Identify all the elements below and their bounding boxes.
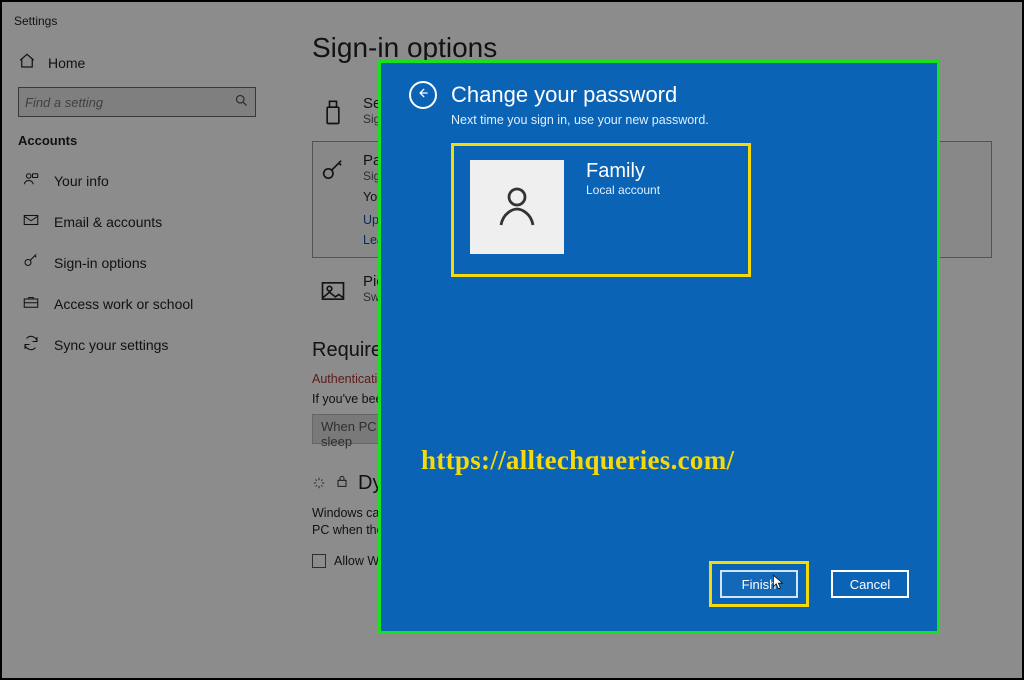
dialog-title: Change your password [451,82,677,108]
briefcase-icon [22,293,40,314]
dialog-subtitle: Next time you sign in, use your new pass… [451,113,909,127]
key-icon [319,154,347,182]
sidebar-item-label: Sync your settings [54,337,168,353]
sidebar-item-signin[interactable]: Sign-in options [18,242,274,283]
key-icon [22,252,40,273]
sparkle-icon [312,476,326,490]
mail-icon [22,211,40,232]
sidebar-item-work[interactable]: Access work or school [18,283,274,324]
search-field[interactable] [25,95,215,110]
change-password-dialog: Change your password Next time you sign … [378,60,940,634]
search-input[interactable] [18,87,256,117]
window-title: Settings [14,14,274,28]
person-icon [22,170,40,191]
search-icon [234,93,249,111]
cancel-label: Cancel [850,577,890,592]
sidebar-item-sync[interactable]: Sync your settings [18,324,274,365]
sidebar-item-label: Sign-in options [54,255,147,271]
sidebar-item-email[interactable]: Email & accounts [18,201,274,242]
finish-label: Finish [742,577,777,592]
nav-home[interactable]: Home [18,46,274,87]
checkbox-icon[interactable] [312,554,326,568]
lock-icon [334,473,350,494]
back-button[interactable] [409,81,437,109]
home-icon [18,52,36,73]
sidebar-item-label: Email & accounts [54,214,162,230]
sync-icon [22,334,40,355]
nav-home-label: Home [48,55,85,71]
avatar [470,160,564,254]
finish-button[interactable]: Finish [720,570,798,598]
user-card: Family Local account [451,143,751,277]
sidebar-item-label: Your info [54,173,109,189]
sidebar-item-your-info[interactable]: Your info [18,160,274,201]
user-name: Family [586,160,660,183]
sidebar-section-label: Accounts [18,133,274,148]
user-type: Local account [586,183,660,197]
finish-highlight: Finish [709,561,809,607]
watermark-text: https://alltechqueries.com/ [421,445,734,476]
sidebar-item-label: Access work or school [54,296,193,312]
cancel-button[interactable]: Cancel [831,570,909,598]
picture-icon [319,275,347,303]
usb-icon [319,97,347,125]
person-icon [493,181,541,234]
arrow-left-icon [416,86,430,105]
